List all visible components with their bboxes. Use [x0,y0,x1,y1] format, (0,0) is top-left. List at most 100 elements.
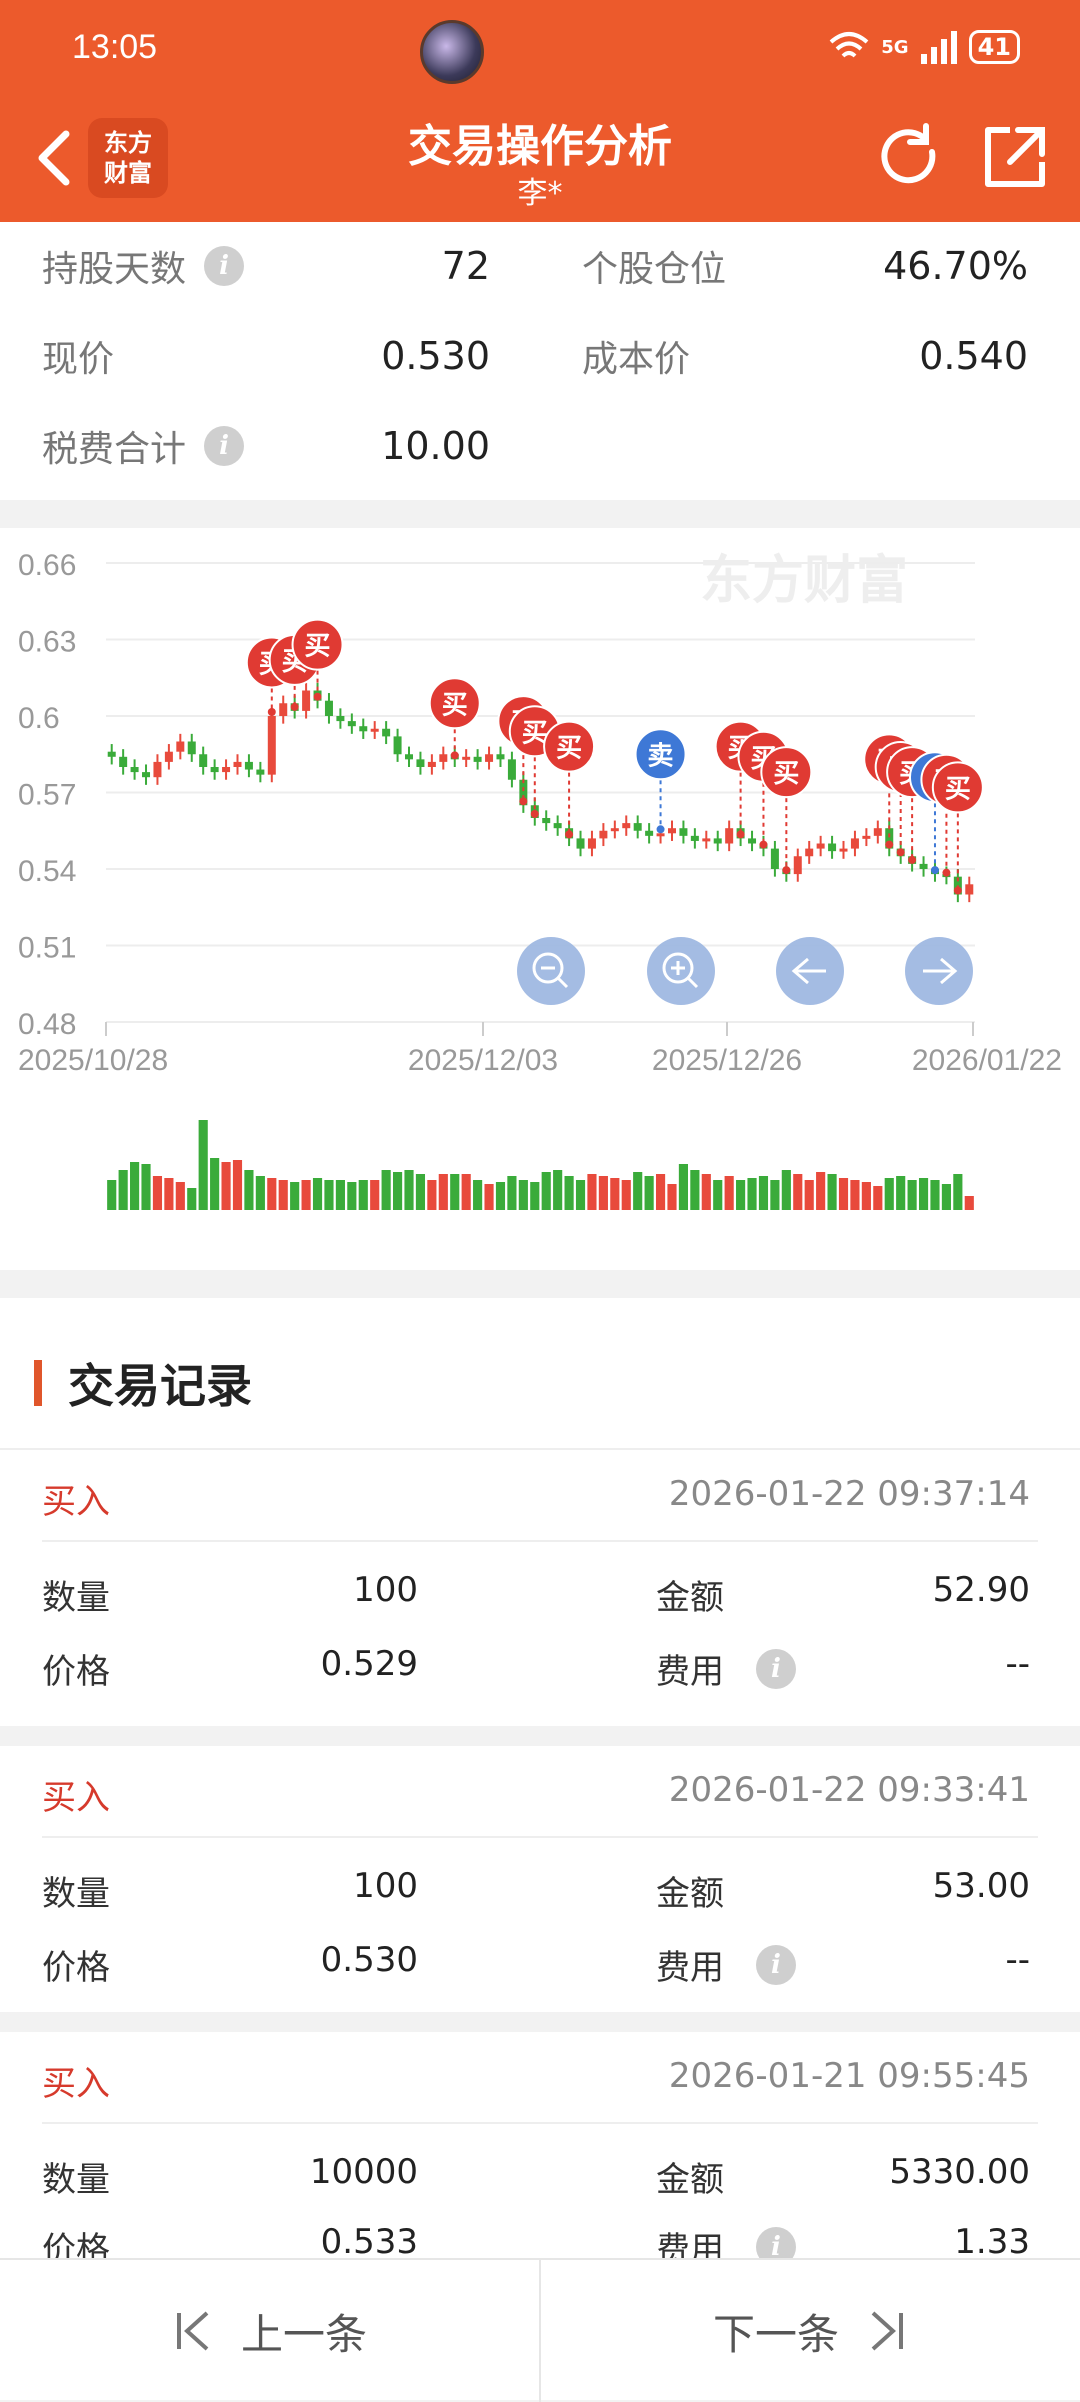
info-icon[interactable]: i [756,1944,796,1985]
volume-bar [507,1176,517,1210]
y-tick-label: 0.63 [18,626,76,659]
volume-bar [575,1180,586,1210]
volume-bar [827,1174,837,1210]
candle-body [725,828,734,844]
trade-marker-dot [290,702,299,711]
volume-bar [130,1162,140,1210]
trade-record-item[interactable]: 买入 2026-01-22 09:37:14 数量 100 金额 52.90 价… [0,1450,1080,1726]
candle-body [805,848,814,857]
status-icons: 5G 41 [827,30,1020,64]
info-icon[interactable]: i [756,1648,796,1689]
candle-body [164,751,173,762]
volume-bar [370,1180,380,1210]
trade-record-item[interactable]: 买入 2026-01-21 09:55:45 数量 10000 金额 5330.… [0,2032,1080,2270]
pan-right-button[interactable] [905,937,973,1005]
volume-bar [701,1174,711,1210]
volume-bar [232,1160,243,1210]
info-icon[interactable]: i [204,426,245,466]
candle-body [576,838,585,849]
volume-bar [473,1180,483,1210]
volume-bar [187,1188,197,1210]
trade-marker-dot [942,868,951,877]
notification-avatar-icon [420,20,484,84]
volume-bar [530,1182,540,1210]
volume-bar [747,1178,757,1210]
candle-body [599,830,608,839]
candle-body [119,756,128,767]
trade-marker-dot [267,708,276,716]
cost-price-row: 成本价 [582,326,690,386]
share-external-icon[interactable] [980,122,1050,192]
volume-bar [164,1178,174,1210]
candle-body [873,828,882,836]
candle-body [279,703,288,716]
zoom-out-button[interactable] [517,937,585,1005]
volume-bar [221,1162,231,1210]
refresh-icon[interactable] [874,122,944,192]
volume-bar [358,1180,368,1210]
qty-label: 数量 [42,2160,110,2200]
y-tick-label: 0.54 [18,855,76,888]
qty-value: 100 [353,1570,418,1610]
trade-marker-dot [519,797,528,806]
kline-chart[interactable]: 0.66 0.63 0.6 0.57 0.54 0.51 0.48 东方财富 2025/10/2… [0,528,1080,1270]
volume-bar [930,1180,940,1210]
candle-body [633,823,642,831]
candle-body [324,700,333,716]
status-bar: 13:05 5G 41 [0,0,1080,100]
volume-bar [655,1174,666,1210]
y-tick-label: 0.48 [18,1008,76,1041]
volume-bar [907,1180,917,1210]
zoom-in-button[interactable] [647,937,715,1005]
fee-label-row: 费用 i [656,1644,796,1693]
volume-bar [941,1184,951,1210]
price-label: 价格 [42,1652,110,1692]
candle-body [416,759,425,767]
trade-record-item[interactable]: 买入 2026-01-22 09:33:41 数量 100 金额 53.00 价… [0,1746,1080,2012]
volume-bar [392,1172,403,1210]
candle-body [267,716,276,775]
position-ratio-label: 个股仓位 [582,249,727,290]
fee-value: -- [1005,1644,1030,1684]
candle-body [336,716,345,722]
fee-label: 费用 [656,1652,724,1692]
hold-days-row: 持股天数 i [42,236,245,296]
signal-icon [920,31,957,64]
y-tick-label: 0.51 [18,932,76,965]
info-icon[interactable]: i [204,246,245,286]
trade-marker-dot [908,855,917,864]
volume-bar [884,1178,894,1210]
next-record-button[interactable]: 下一条 [540,2260,1080,2402]
volume-bar [312,1178,323,1210]
amount-label: 金额 [656,1578,724,1618]
volume-bar [564,1176,574,1210]
volume-bar [335,1180,345,1210]
candle-body [679,828,688,836]
y-tick-label: 0.66 [18,549,76,582]
cost-price-value: 0.540 [919,334,1028,378]
volume-bar [141,1164,151,1210]
current-price-value: 0.530 [381,334,490,378]
volume-bar [644,1176,654,1210]
pan-left-button[interactable] [776,937,844,1005]
volume-bar [804,1180,814,1210]
current-price-row: 现价 [42,326,114,386]
candle-body [370,728,379,732]
trade-marker-dot [313,692,322,701]
candle-body [816,843,825,849]
trade-type: 买入 [42,2064,110,2104]
fee-value: 1.33 [954,2222,1030,2262]
y-tick-label: 0.57 [18,779,76,812]
fee-label: 费用 [656,1948,724,1988]
volume-bar [518,1180,528,1210]
candle-body [828,843,837,852]
trade-marker-dot [930,866,939,875]
qty-value: 10000 [309,2152,418,2192]
app-header: 13:05 5G 41 东方 财富 交易操作分析 李* [0,0,1080,222]
prev-record-button[interactable]: 上一条 [0,2260,540,2402]
trade-marker-label: 买 [773,759,799,789]
trade-marker-dot [530,810,539,818]
candle-body [485,754,494,762]
trade-marker-label: 买 [442,690,468,720]
volume-bar [381,1170,391,1210]
